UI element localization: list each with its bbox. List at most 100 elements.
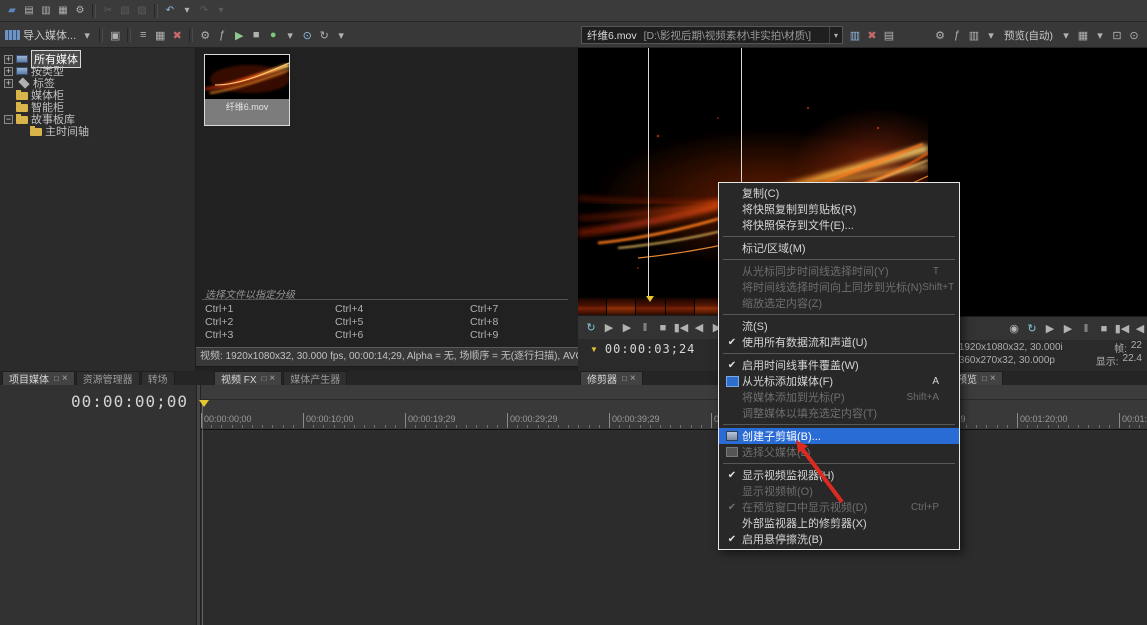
clip-thumbnail[interactable]: 纤维6.mov <box>204 54 290 126</box>
trimmer-strip-cursor[interactable] <box>646 296 654 302</box>
previous-frame-icon[interactable]: ◀ <box>1132 321 1147 337</box>
menu-item-create-subclip[interactable]: 创建子剪辑(B)... <box>719 428 959 444</box>
trimmer-history-icon[interactable]: ▥ <box>847 27 863 43</box>
tree-item-media-bins[interactable]: 媒体柜 <box>0 89 195 101</box>
tab-close-icon[interactable]: × <box>990 374 996 384</box>
play-from-start-icon[interactable]: ▶ <box>601 320 617 336</box>
cut-icon[interactable]: ✂ <box>100 3 116 19</box>
tab-transitions[interactable]: 转场 <box>141 371 175 385</box>
menu-item-use-all-streams[interactable]: ✔使用所有数据流和声道(U) <box>719 334 959 350</box>
menu-item-sync-selection-to-cursor[interactable]: 将时间线选择时间向上同步到光标(N)Shift+T <box>719 279 959 295</box>
filmstrip-frame[interactable] <box>666 298 695 315</box>
import-media-icon[interactable] <box>5 30 20 40</box>
import-media-button[interactable]: 导入媒体... <box>23 27 76 43</box>
tab-media-generators[interactable]: 媒体产生器 <box>283 371 347 385</box>
menu-item-show-video-monitor[interactable]: ✔显示视频监视器(H) <box>719 467 959 483</box>
previous-frame-icon[interactable]: ◀ <box>691 320 707 336</box>
tab-trimmer[interactable]: 修剪器□× <box>580 371 643 385</box>
split-screen-icon[interactable]: ▥ <box>966 27 982 43</box>
copy-snapshot-icon[interactable]: ⊡ <box>1109 27 1125 43</box>
timeline-ruler[interactable]: 00:00:00;0000:00:10;0000:00:19;2900:00:2… <box>201 400 1147 430</box>
undo-icon[interactable]: ↶ <box>162 3 178 19</box>
tree-expander-icon[interactable]: + <box>4 79 13 88</box>
paste-icon[interactable]: ▨ <box>134 3 150 19</box>
menu-item-fit-media-to-fill[interactable]: 调整媒体以填充选定内容(T) <box>719 405 959 421</box>
menu-item-save-snapshot[interactable]: 将快照保存到文件(E)... <box>719 217 959 233</box>
thumbnail-view-icon[interactable]: ▦ <box>152 27 168 43</box>
open-in-trimmer-icon[interactable]: ▤ <box>881 27 897 43</box>
tab-float-icon[interactable]: □ <box>982 374 987 383</box>
play-icon[interactable]: ▶ <box>619 320 635 336</box>
copy-icon[interactable]: ▧ <box>117 3 133 19</box>
tab-project-media[interactable]: 项目媒体□× <box>2 371 75 385</box>
tree-expander-icon[interactable]: − <box>4 115 13 124</box>
tab-close-icon[interactable]: × <box>630 374 636 384</box>
menu-item-zoom-selection[interactable]: 缩放选定内容(Z) <box>719 295 959 311</box>
app-icon[interactable]: ▰ <box>4 3 20 19</box>
new-project-icon[interactable]: ▤ <box>21 3 37 19</box>
trimmer-media-selector[interactable]: 纤维6.mov [D:\影视后期\视频素材\非实拍\材质\] ▾ <box>581 26 843 44</box>
go-to-start-icon[interactable]: ▮◀ <box>673 320 689 336</box>
tab-explorer[interactable]: 资源管理器 <box>76 371 140 385</box>
project-video-properties-icon[interactable]: ⚙ <box>932 27 948 43</box>
project-properties-icon[interactable]: ⚙ <box>72 3 88 19</box>
menu-item-sync-selection-from-cursor[interactable]: 从光标同步时间线选择时间(Y)T <box>719 263 959 279</box>
tree-expander-icon[interactable]: + <box>4 67 13 76</box>
menu-item-add-media-from-cursor[interactable]: 从光标添加媒体(F)A <box>719 373 959 389</box>
overlays-icon[interactable]: ▦ <box>1075 27 1091 43</box>
stop-icon[interactable]: ■ <box>655 320 671 336</box>
refresh-icon[interactable]: ↻ <box>316 27 332 43</box>
filmstrip-frame[interactable] <box>578 298 607 315</box>
loop-playback-icon[interactable]: ↻ <box>583 320 599 336</box>
new-bin-icon[interactable]: ▣ <box>107 27 123 43</box>
views-dropdown-icon[interactable]: ▾ <box>282 27 298 43</box>
open-project-icon[interactable]: ▥ <box>38 3 54 19</box>
filmstrip-frame[interactable] <box>607 298 636 315</box>
split-screen-dropdown-icon[interactable]: ▾ <box>983 27 999 43</box>
timeline-tracks-area[interactable] <box>201 430 1147 625</box>
tree-item-smart-bins[interactable]: 智能柜 <box>0 101 195 113</box>
trimmer-timecode[interactable]: 00:00:03;24 <box>605 342 695 356</box>
media-properties-icon[interactable]: ⚙ <box>197 27 213 43</box>
quality-dropdown-icon[interactable]: ▾ <box>1058 27 1074 43</box>
chevron-down-icon[interactable]: ▾ <box>829 27 842 43</box>
menu-item-show-video-in-preview[interactable]: ✔在预览窗口中显示视频(D)Ctrl+P <box>719 499 959 515</box>
play-icon[interactable]: ▶ <box>1060 321 1076 337</box>
redo-icon[interactable]: ↷ <box>196 3 212 19</box>
video-output-fx-icon[interactable]: ƒ <box>949 27 965 43</box>
remove-from-trimmer-icon[interactable]: ✖ <box>864 27 880 43</box>
remove-media-icon[interactable]: ✖ <box>169 27 185 43</box>
stop-icon[interactable]: ■ <box>1096 321 1112 337</box>
save-project-icon[interactable]: ▦ <box>55 3 71 19</box>
microphone-icon[interactable]: ◉ <box>1006 321 1022 337</box>
video-preview-display[interactable] <box>928 48 1147 316</box>
save-snapshot-icon[interactable]: ⊙ <box>1126 27 1142 43</box>
redo-dropdown-icon[interactable]: ▾ <box>213 3 229 19</box>
capture-video-icon[interactable]: ● <box>265 27 281 43</box>
pause-icon[interactable]: ‖ <box>637 320 653 336</box>
loop-playback-icon[interactable]: ↻ <box>1024 321 1040 337</box>
list-view-icon[interactable]: ≡ <box>135 27 151 43</box>
tree-item-storyboard-bins[interactable]: −故事板库 <box>0 113 195 125</box>
timeline-cursor-marker[interactable] <box>199 400 209 407</box>
menu-item-streams[interactable]: 流(S)▶ <box>719 318 959 334</box>
import-dropdown-icon[interactable]: ▾ <box>79 27 95 43</box>
tree-item-all-media[interactable]: +所有媒体 <box>0 53 195 65</box>
timeline-marker-bar[interactable] <box>201 385 1147 400</box>
preview-stop-icon[interactable]: ■ <box>248 27 264 43</box>
tab-float-icon[interactable]: □ <box>622 374 627 383</box>
preview-quality-dropdown[interactable]: 预览(自动) <box>1001 28 1056 43</box>
undo-dropdown-icon[interactable]: ▾ <box>179 3 195 19</box>
menu-item-copy[interactable]: 复制(C) <box>719 185 959 201</box>
menu-item-show-video-frame[interactable]: 显示视频帧(O) <box>719 483 959 499</box>
tree-item-main-timeline[interactable]: 主时间轴 <box>0 125 195 137</box>
menu-item-markers-regions[interactable]: 标记/区域(M)▶ <box>719 240 959 256</box>
menu-item-enable-timeline-event-overwrite[interactable]: ✔启用时间线事件覆盖(W) <box>719 357 959 373</box>
pause-icon[interactable]: ‖ <box>1078 321 1094 337</box>
tree-expander-icon[interactable]: + <box>4 55 13 64</box>
menu-item-add-media-to-cursor[interactable]: 将媒体添加到光标(P)Shift+A <box>719 389 959 405</box>
search-media-icon[interactable]: ⊙ <box>299 27 315 43</box>
go-to-start-icon[interactable]: ▮◀ <box>1114 321 1130 337</box>
tab-close-icon[interactable]: × <box>62 374 68 384</box>
tree-item-tags[interactable]: +标签 <box>0 77 195 89</box>
